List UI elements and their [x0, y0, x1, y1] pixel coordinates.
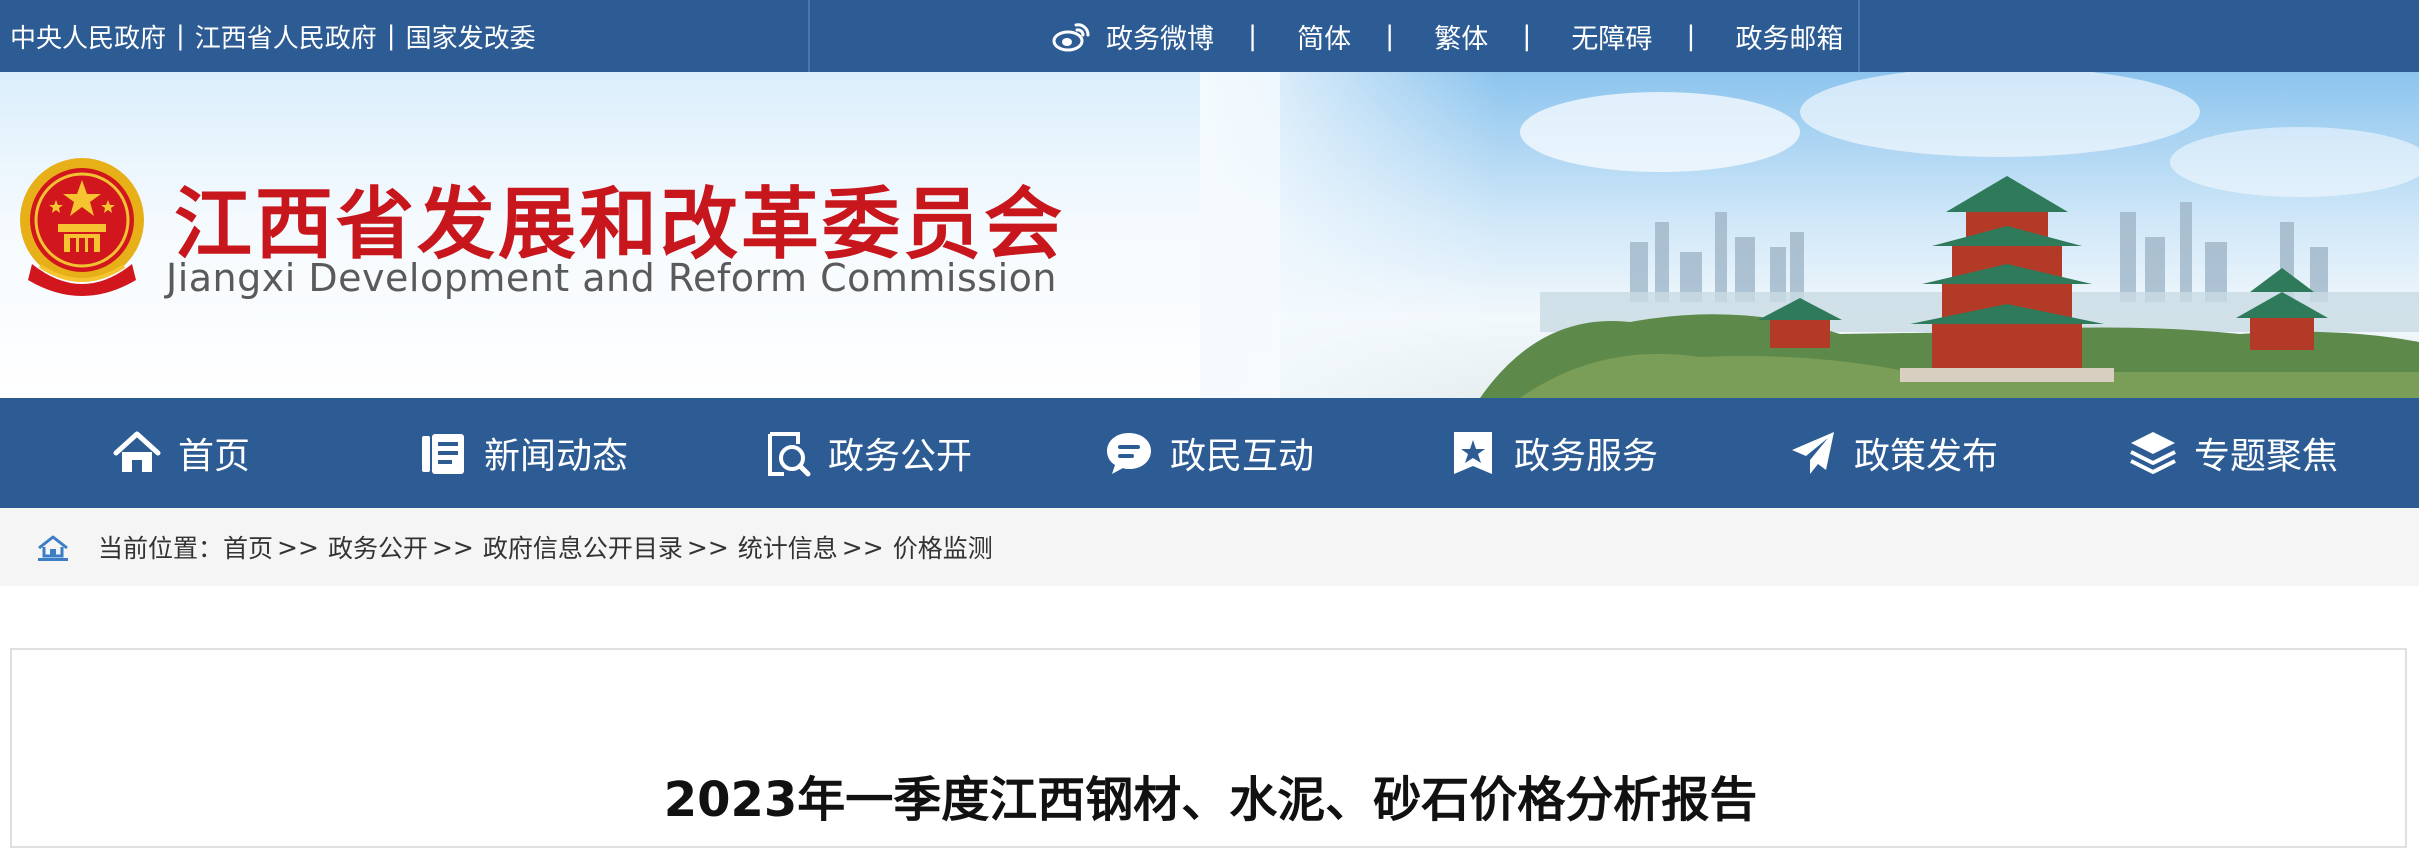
home-icon — [113, 431, 161, 472]
breadcrumb-gov-affairs[interactable]: 政务公开 — [328, 529, 428, 565]
tengwang-pavilion-scene — [1480, 72, 2419, 398]
nav-gov-affairs-label: 政务公开 — [828, 436, 973, 477]
nav-home[interactable]: 首页 — [112, 398, 250, 508]
article-container: 2023年一季度江西钢材、水泥、砂石价格分析报告 — [10, 648, 2407, 848]
nav-policy-label: 政策发布 — [1854, 436, 1999, 477]
chat-icon — [1107, 433, 1151, 474]
breadcrumb-bar: 当前位置： 首页 >> 政务公开 >> 政府信息公开目录 >> 统计信息 >> … — [0, 508, 2419, 586]
breadcrumb-statistics[interactable]: 统计信息 — [738, 529, 838, 565]
weibo-label: 政务微博 — [1106, 23, 1214, 55]
breadcrumb-separator: >> — [277, 532, 319, 562]
top-utility-bar: 中央人民政府 | 江西省人民政府 | 国家发改委 政务微博 | 简体 | 繁体 … — [0, 0, 2419, 72]
breadcrumb-info-catalog[interactable]: 政府信息公开目录 — [483, 529, 683, 565]
nav-policy[interactable]: 政策发布 — [1788, 398, 1998, 508]
header-banner: 江西省发展和改革委员会 Jiangxi Development and Refo… — [0, 72, 2419, 398]
nav-home-label: 首页 — [178, 436, 251, 477]
utility-links: 政务微博 | 简体 | 繁体 | 无障碍 | 政务邮箱 — [1052, 0, 1843, 72]
divider — [808, 0, 810, 72]
separator: | — [1248, 20, 1258, 52]
nav-services-label: 政务服务 — [1514, 436, 1659, 477]
search-doc-icon — [768, 432, 811, 477]
national-emblem-icon[interactable] — [12, 154, 152, 304]
nav-services[interactable]: 政务服务 — [1448, 398, 1658, 508]
link-ndrc[interactable]: 国家发改委 — [406, 18, 536, 55]
breadcrumb-prefix: 当前位置： — [98, 534, 224, 563]
star-badge-icon — [1454, 432, 1492, 474]
separator: | — [176, 21, 185, 51]
nav-interaction-label: 政民互动 — [1170, 436, 1315, 477]
link-traditional[interactable]: 繁体 — [1434, 17, 1488, 56]
news-icon — [422, 434, 464, 474]
breadcrumb-price-monitoring[interactable]: 价格监测 — [893, 529, 993, 565]
separator: | — [386, 21, 396, 51]
nav-interaction[interactable]: 政民互动 — [1104, 398, 1314, 508]
link-central-government[interactable]: 中央人民政府 — [10, 18, 166, 55]
home-icon[interactable] — [36, 534, 70, 562]
separator: | — [1522, 20, 1532, 52]
external-links: 中央人民政府 | 江西省人民政府 | 国家发改委 — [10, 0, 536, 72]
divider — [1858, 0, 1860, 72]
nav-gov-affairs[interactable]: 政务公开 — [762, 398, 972, 508]
pavilion — [1900, 176, 2114, 382]
breadcrumb-home[interactable]: 首页 — [223, 529, 273, 565]
article-title: 2023年一季度江西钢材、水泥、砂石价格分析报告 — [663, 772, 1758, 828]
site-title-english: Jiangxi Development and Reform Commissio… — [166, 256, 1057, 300]
weibo-icon — [1052, 23, 1090, 52]
weibo-link[interactable]: 政务微博 — [1052, 17, 1214, 56]
nav-topics-label: 专题聚焦 — [2194, 436, 2339, 477]
breadcrumb-separator: >> — [431, 532, 474, 562]
nav-topics[interactable]: 专题聚焦 — [2128, 398, 2338, 508]
breadcrumb-separator: >> — [841, 532, 884, 562]
paper-plane-icon — [1792, 432, 1834, 474]
breadcrumb-separator: >> — [686, 532, 729, 562]
nav-news[interactable]: 新闻动态 — [418, 398, 628, 508]
link-mailbox[interactable]: 政务邮箱 — [1735, 17, 1843, 56]
link-simplified[interactable]: 简体 — [1297, 17, 1351, 56]
separator: | — [1385, 20, 1395, 52]
separator: | — [1686, 20, 1696, 52]
link-jiangxi-government[interactable]: 江西省人民政府 — [195, 18, 377, 55]
link-accessibility[interactable]: 无障碍 — [1571, 17, 1652, 56]
breadcrumb: 当前位置： 首页 >> 政务公开 >> 政府信息公开目录 >> 统计信息 >> … — [98, 508, 993, 586]
layers-icon — [2130, 432, 2176, 474]
banner-fade — [1200, 72, 1500, 398]
main-nav: 首页 新闻动态 政务公开 政民互动 政务服务 政策发布 专题聚焦 — [0, 398, 2419, 508]
nav-news-label: 新闻动态 — [484, 436, 629, 477]
